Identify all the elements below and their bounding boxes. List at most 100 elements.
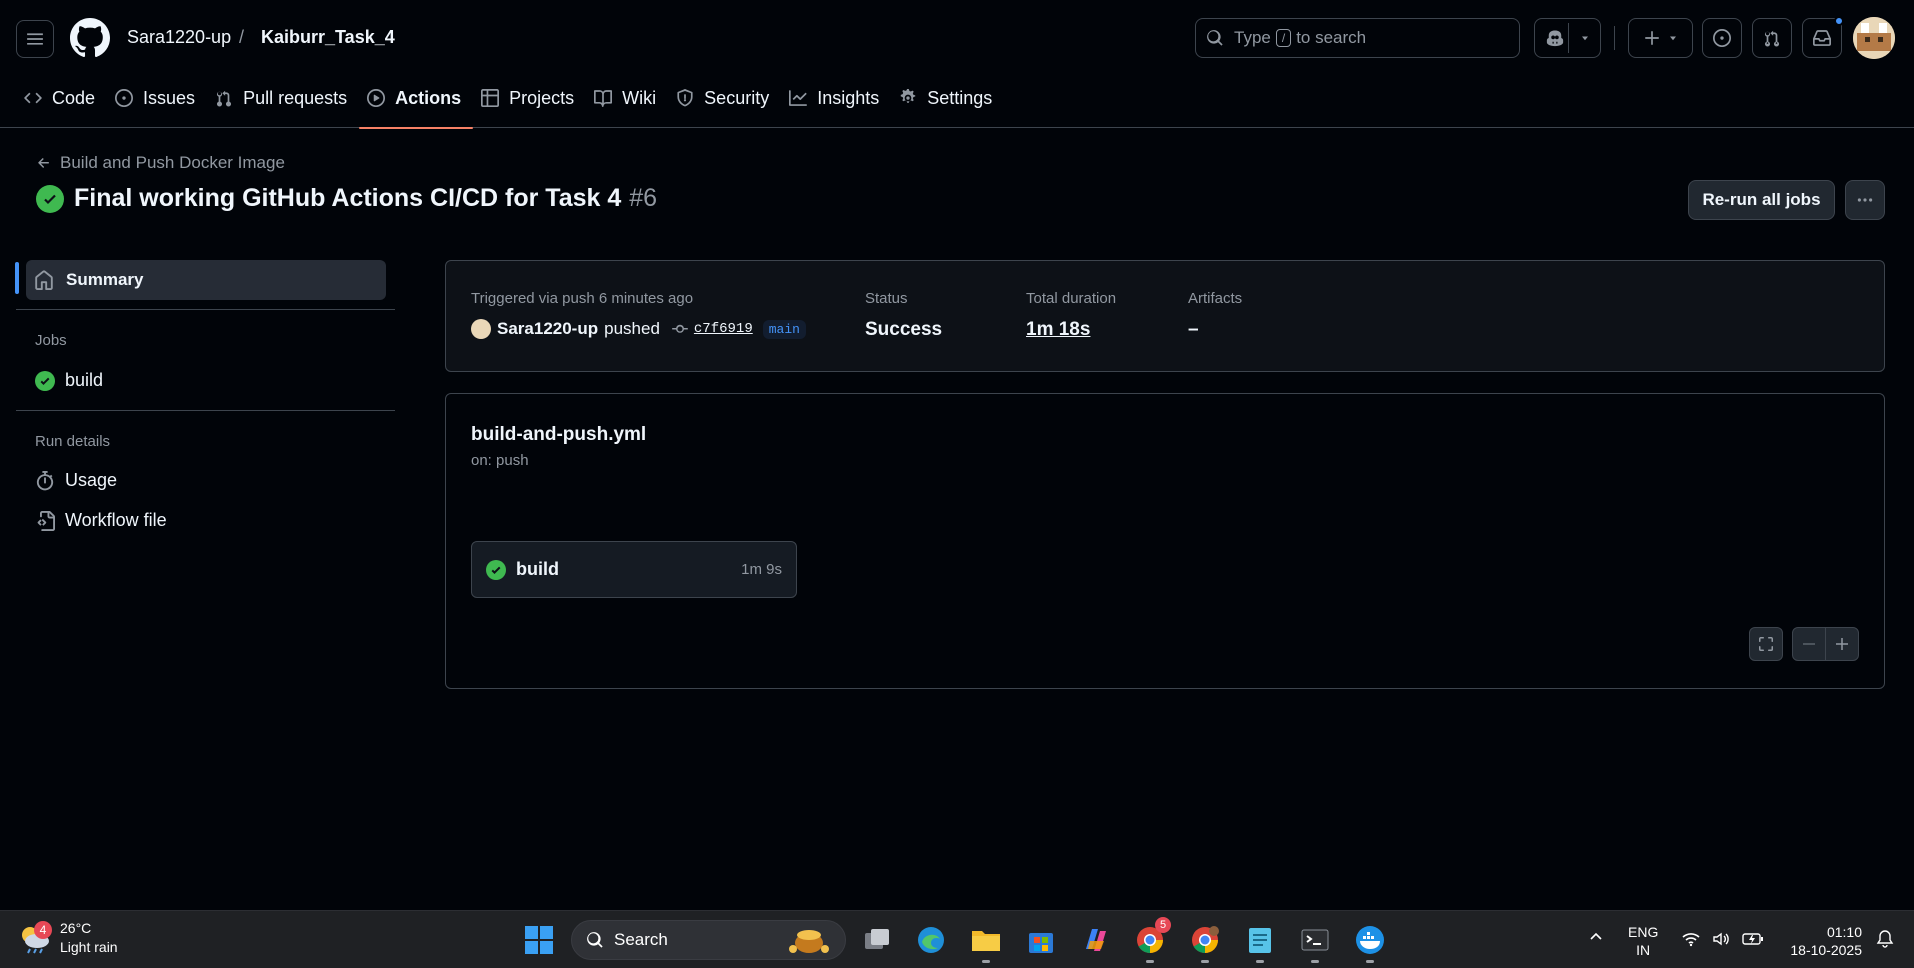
- tab-insights[interactable]: Insights: [781, 80, 891, 128]
- search-placeholder-prefix: Type: [1234, 28, 1271, 47]
- chrome-icon[interactable]: 5: [1131, 917, 1171, 963]
- commit-link[interactable]: c7f6919: [694, 321, 753, 337]
- tab-pull-requests[interactable]: Pull requests: [207, 80, 359, 128]
- sidebar-item-summary[interactable]: Summary: [26, 260, 386, 300]
- tab-issues-label: Issues: [143, 88, 196, 108]
- workflow-graph-panel: build-and-push.yml on: push build 1m 9s: [445, 393, 1885, 689]
- job-card-build[interactable]: build 1m 9s: [471, 541, 797, 598]
- language-indicator[interactable]: ENG IN: [1628, 923, 1658, 959]
- copilot-icon: [1545, 28, 1565, 48]
- artifacts-value: –: [1188, 319, 1199, 340]
- active-indicator: [15, 262, 19, 294]
- sidebar-item-summary-label: Summary: [66, 270, 144, 289]
- taskbar-search[interactable]: Search: [571, 920, 846, 960]
- gear-icon: [899, 89, 917, 107]
- fullscreen-button[interactable]: [1749, 627, 1783, 661]
- running-indicator: [1256, 960, 1264, 963]
- back-to-workflow-link[interactable]: Build and Push Docker Image: [36, 153, 285, 173]
- rain-cloud-icon: 4: [18, 921, 52, 955]
- sidebar-item-workflow-file[interactable]: Workflow file: [35, 510, 167, 531]
- job-duration: 1m 9s: [741, 561, 782, 578]
- avatar[interactable]: [471, 319, 491, 339]
- chevron-up-icon[interactable]: [1588, 929, 1604, 945]
- chevron-down-icon[interactable]: [1579, 32, 1591, 44]
- file-explorer-icon[interactable]: [967, 921, 1005, 963]
- tab-security[interactable]: Security: [668, 80, 781, 128]
- github-logo-icon[interactable]: [70, 18, 110, 58]
- system-tray-icons[interactable]: [1682, 931, 1764, 947]
- task-view-icon[interactable]: [858, 921, 896, 959]
- sidebar-item-label: Usage: [65, 470, 118, 490]
- dash-icon: [1801, 636, 1817, 652]
- duration-link[interactable]: 1m 18s: [1026, 319, 1090, 341]
- tab-code-label: Code: [52, 88, 96, 108]
- volume-icon: [1712, 931, 1730, 947]
- sidebar-item-label: build: [65, 370, 104, 390]
- more-options-button[interactable]: [1845, 180, 1885, 220]
- weather-widget[interactable]: 4 26°C Light rain: [18, 919, 118, 957]
- docker-icon[interactable]: [1351, 921, 1389, 963]
- actor-link[interactable]: Sara1220-up: [497, 319, 598, 339]
- windows-logo-icon: [524, 925, 554, 955]
- duration-label: Total duration: [1026, 290, 1117, 307]
- graph-icon: [789, 89, 808, 107]
- push-action: pushed: [604, 319, 660, 338]
- plus-icon: [1834, 636, 1850, 652]
- page-title: Final working GitHub Actions CI/CD for T…: [36, 184, 657, 213]
- breadcrumb-owner[interactable]: Sara1220-up: [127, 27, 231, 48]
- clock[interactable]: 01:10 18-10-2025: [1780, 923, 1862, 959]
- running-indicator: [982, 960, 990, 963]
- chevron-down-icon: [1667, 32, 1679, 44]
- issues-button[interactable]: [1702, 18, 1742, 58]
- zoom-out-button[interactable]: [1792, 627, 1826, 661]
- tab-actions[interactable]: Actions: [359, 80, 474, 129]
- breadcrumb-repo[interactable]: Kaiburr_Task_4: [261, 27, 395, 48]
- avatar[interactable]: [1853, 17, 1895, 59]
- notifications-bell-icon[interactable]: [1876, 929, 1894, 949]
- wifi-icon: [1682, 931, 1700, 947]
- create-new-button[interactable]: [1628, 18, 1693, 58]
- branch-badge[interactable]: main: [762, 319, 806, 339]
- tab-pull-requests-label: Pull requests: [243, 88, 348, 108]
- copilot-app-icon[interactable]: [1076, 921, 1114, 959]
- menu-icon[interactable]: [16, 20, 54, 58]
- date: 18-10-2025: [1790, 942, 1862, 958]
- play-icon: [367, 89, 386, 107]
- terminal-icon[interactable]: [1296, 921, 1334, 963]
- sidebar-item-usage[interactable]: Usage: [35, 470, 117, 491]
- tab-settings-label: Settings: [927, 88, 993, 108]
- sidebar-item-build[interactable]: build: [35, 370, 103, 391]
- tab-wiki[interactable]: Wiki: [586, 80, 668, 128]
- battery-icon: [1742, 931, 1764, 947]
- screen-full-icon: [1758, 636, 1774, 652]
- pull-requests-button[interactable]: [1752, 18, 1792, 58]
- issue-icon: [1713, 29, 1731, 47]
- tab-projects[interactable]: Projects: [473, 80, 586, 128]
- copilot-button[interactable]: [1534, 18, 1601, 58]
- divider: [16, 410, 395, 411]
- artifacts-label: Artifacts: [1188, 290, 1243, 307]
- inbox-icon: [1813, 29, 1831, 47]
- repo-header: Sara1220-up / Kaiburr_Task_4 Type / to s…: [0, 0, 1914, 129]
- run-number: #6: [629, 184, 658, 212]
- running-indicator: [1146, 960, 1154, 963]
- store-icon[interactable]: [1022, 921, 1060, 959]
- run-title: Final working GitHub Actions CI/CD for T…: [74, 184, 622, 212]
- zoom-in-button[interactable]: [1825, 627, 1859, 661]
- start-button[interactable]: [520, 921, 558, 959]
- edge-icon[interactable]: [912, 921, 950, 959]
- arrow-left-icon: [36, 155, 52, 171]
- tab-code[interactable]: Code: [16, 80, 107, 128]
- running-indicator: [1311, 960, 1319, 963]
- search-input[interactable]: Type / to search: [1195, 18, 1520, 58]
- tab-settings[interactable]: Settings: [891, 80, 1004, 128]
- file-code-icon: [35, 510, 55, 531]
- tab-issues[interactable]: Issues: [107, 80, 207, 128]
- chrome-profile-icon[interactable]: [1186, 921, 1224, 963]
- tab-insights-label: Insights: [817, 88, 880, 108]
- status-label: Status: [865, 290, 908, 307]
- rerun-all-jobs-button[interactable]: Re-run all jobs: [1688, 180, 1835, 220]
- language-top: ENG: [1628, 924, 1659, 940]
- notepad-icon[interactable]: [1241, 921, 1279, 963]
- workflow-trigger: on: push: [471, 452, 529, 469]
